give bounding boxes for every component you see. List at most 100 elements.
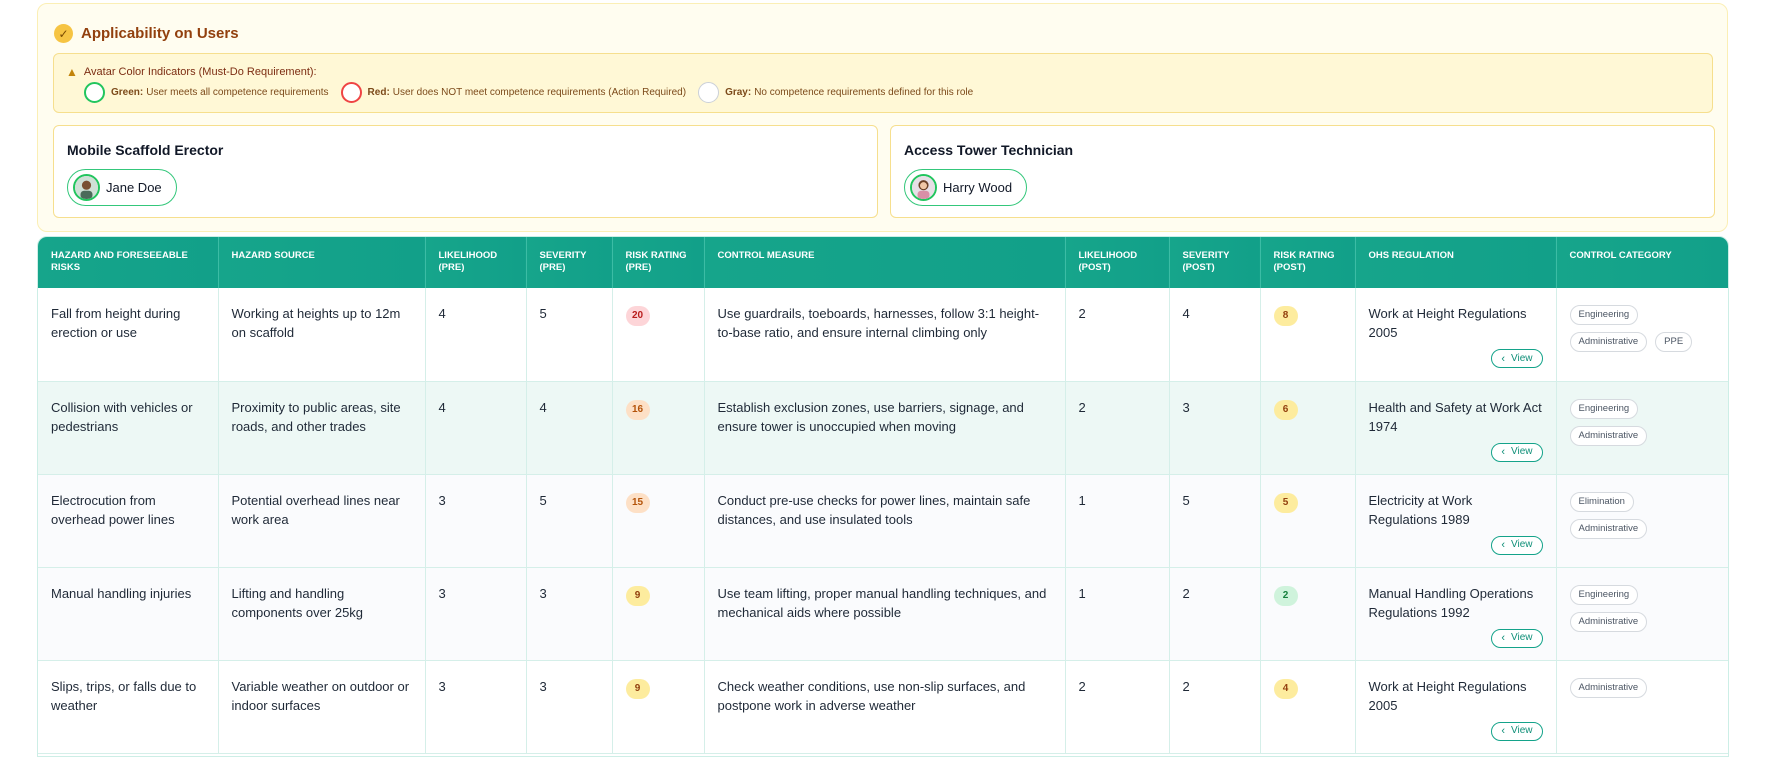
table-row: Collision with vehicles or pedestrians P…	[38, 381, 1728, 475]
cell-source: Lifting and handling components over 25k…	[218, 567, 426, 661]
chevron-left-icon: ‹	[1501, 632, 1505, 644]
risk-rating-badge: 6	[1273, 399, 1298, 420]
avatar	[910, 174, 937, 201]
category-pill: Administrative	[1569, 677, 1648, 698]
risk-rating-badge: 20	[625, 306, 650, 326]
applicability-title: Applicability on Users	[81, 25, 239, 42]
cell-likelihood-post: 2	[1065, 660, 1170, 754]
header-hazard[interactable]: Hazard and Foreseeable Risks	[38, 237, 219, 288]
cell-hazard: Manual handling injuries	[38, 567, 219, 661]
cell-control-measure: Check weather conditions, use non-slip s…	[704, 660, 1066, 754]
green-ring-icon	[84, 82, 105, 103]
risk-rating-badge: 2	[1273, 585, 1298, 606]
ohs-regulation-text: Manual Handling Operations Regulations 1…	[1368, 585, 1534, 620]
control-category-list: Engineering Administrative PPE	[1569, 305, 1710, 352]
control-category-list: Engineering Administrative	[1569, 584, 1710, 632]
ohs-regulation-text: Health and Safety at Work Act 1974	[1368, 399, 1542, 434]
header-hazard-source[interactable]: Hazard Source	[218, 237, 426, 288]
user-chip-jane-doe[interactable]: Jane Doe	[67, 169, 177, 206]
cell-likelihood-pre: 3	[425, 474, 527, 568]
cell-control-measure: Establish exclusion zones, use barriers,…	[704, 381, 1066, 475]
cell-likelihood-pre: 3	[425, 567, 527, 661]
table-row: Fall from height during erection or use …	[38, 288, 1728, 382]
check-circle-icon: ✓	[54, 24, 73, 43]
risk-rating-badge: 15	[625, 492, 650, 513]
header-severity-post[interactable]: Severity (Post)	[1169, 237, 1261, 288]
cell-likelihood-post: 1	[1065, 474, 1170, 568]
table-header-row: Hazard and Foreseeable Risks Hazard Sour…	[38, 237, 1728, 288]
header-severity-pre[interactable]: Severity (Pre)	[526, 237, 613, 288]
table-row: Manual handling injuries Lifting and han…	[38, 567, 1728, 661]
cell-severity-post: 3	[1169, 381, 1261, 475]
user-avatar-icon	[912, 176, 935, 199]
cell-likelihood-post: 1	[1065, 567, 1170, 661]
cell-likelihood-pre: 4	[425, 288, 527, 382]
chevron-left-icon: ‹	[1501, 352, 1505, 365]
header-control-category[interactable]: Control Category	[1556, 237, 1728, 288]
ohs-regulation-text: Work at Height Regulations 2005	[1368, 678, 1527, 713]
category-pill: Administrative	[1569, 518, 1648, 539]
cell-source: Proximity to public areas, site roads, a…	[218, 381, 426, 475]
cell-control-measure: Conduct pre-use checks for power lines, …	[704, 474, 1066, 568]
cell-likelihood-post: 2	[1065, 381, 1170, 475]
category-pill: Engineering	[1569, 584, 1639, 605]
gray-ring-icon	[698, 82, 720, 103]
cell-severity-pre: 5	[526, 474, 613, 568]
cell-source: Variable weather on outdoor or indoor su…	[218, 660, 426, 754]
risk-rating-badge: 4	[1273, 678, 1298, 699]
header-risk-rating-pre[interactable]: Risk Rating (Pre)	[612, 237, 705, 288]
view-regulation-button[interactable]: ‹ View	[1491, 628, 1543, 648]
risk-assessment-table: Hazard and Foreseeable Risks Hazard Sour…	[37, 236, 1729, 757]
control-category-list: Administrative	[1569, 677, 1710, 698]
header-risk-rating-post[interactable]: Risk Rating (Post)	[1260, 237, 1356, 288]
user-name: Jane Doe	[106, 180, 162, 195]
chevron-left-icon: ‹	[1501, 539, 1505, 551]
cell-severity-pre: 4	[526, 381, 613, 475]
cell-severity-post: 5	[1169, 474, 1261, 568]
cell-control-measure: Use guardrails, toeboards, harnesses, fo…	[704, 288, 1066, 382]
category-pill: PPE	[1655, 332, 1693, 352]
chevron-left-icon: ‹	[1501, 446, 1505, 458]
red-ring-icon	[340, 82, 362, 103]
table-row: Electrocution from overhead power lines …	[38, 474, 1728, 568]
cell-hazard: Fall from height during erection or use	[38, 288, 219, 382]
view-regulation-button[interactable]: ‹ View	[1491, 349, 1543, 368]
view-regulation-button[interactable]: ‹ View	[1491, 535, 1543, 555]
risk-rating-badge: 9	[625, 678, 650, 699]
category-pill: Administrative	[1569, 332, 1648, 352]
warning-triangle-icon: ▲	[66, 65, 78, 79]
legend-item-gray: Gray: No competence requirements defined…	[698, 82, 973, 103]
cell-source: Potential overhead lines near work area	[218, 474, 426, 568]
legend-item-green: Green: User meets all competence require…	[84, 82, 329, 103]
header-likelihood-pre[interactable]: Likelihood (Pre)	[425, 237, 527, 288]
avatar-color-legend: ▲ Avatar Color Indicators (Must-Do Requi…	[53, 53, 1713, 113]
view-regulation-button[interactable]: ‹ View	[1491, 442, 1543, 462]
category-pill: Engineering	[1569, 398, 1639, 419]
cell-likelihood-pre: 3	[425, 660, 527, 754]
view-regulation-button[interactable]: ‹ View	[1491, 721, 1543, 741]
cell-likelihood-pre: 4	[425, 381, 527, 475]
header-ohs-regulation[interactable]: OHS Regulation	[1355, 237, 1557, 288]
risk-rating-badge: 16	[625, 399, 650, 420]
user-chip-harry-wood[interactable]: Harry Wood	[904, 169, 1028, 206]
cell-hazard: Slips, trips, or falls due to weather	[38, 660, 219, 754]
header-control-measure[interactable]: Control Measure	[704, 237, 1066, 288]
ohs-regulation-text: Work at Height Regulations 2005	[1368, 306, 1527, 340]
category-pill: Administrative	[1569, 425, 1648, 446]
ohs-regulation-text: Electricity at Work Regulations 1989	[1368, 492, 1473, 527]
table-row: Slips, trips, or falls due to weather Va…	[38, 660, 1728, 754]
cell-hazard: Collision with vehicles or pedestrians	[38, 381, 219, 475]
cell-source: Working at heights up to 12m on scaffold	[218, 288, 426, 382]
control-category-list: Elimination Administrative	[1569, 491, 1710, 539]
risk-rating-badge: 9	[625, 585, 650, 606]
control-category-list: Engineering Administrative	[1569, 398, 1710, 446]
cell-severity-post: 4	[1169, 288, 1261, 382]
risk-rating-badge: 8	[1273, 306, 1298, 326]
category-pill: Engineering	[1569, 305, 1639, 325]
user-avatar-icon	[75, 176, 98, 199]
cell-hazard: Electrocution from overhead power lines	[38, 474, 219, 568]
cell-severity-post: 2	[1169, 660, 1261, 754]
cell-control-measure: Use team lifting, proper manual handling…	[704, 567, 1066, 661]
header-likelihood-post[interactable]: Likelihood (Post)	[1065, 237, 1170, 288]
cell-severity-pre: 3	[526, 660, 613, 754]
